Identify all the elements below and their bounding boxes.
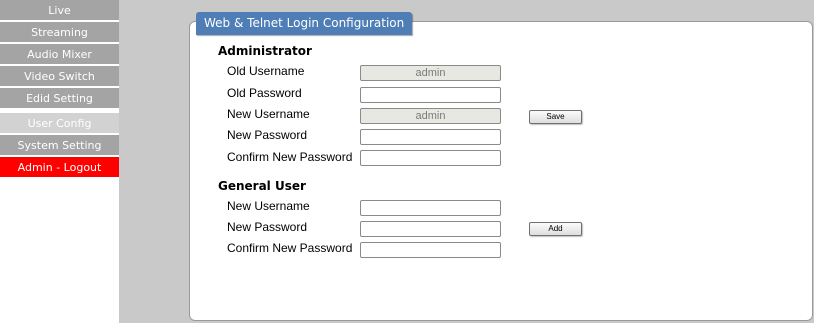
content-area: Web & Telnet Login Configuration Adminis… (119, 0, 814, 323)
admin-old-username-field (360, 65, 501, 81)
admin-new-username-label: New Username (227, 107, 310, 121)
user-confirm-password-field[interactable] (360, 242, 501, 258)
administrator-section-title: Administrator (218, 44, 312, 58)
sidebar-item-live[interactable]: Live (0, 0, 119, 21)
admin-old-password-label: Old Password (227, 86, 302, 100)
admin-old-password-field[interactable] (360, 87, 501, 103)
user-new-username-field[interactable] (360, 200, 501, 216)
admin-confirm-password-field[interactable] (360, 150, 501, 166)
admin-new-password-label: New Password (227, 128, 308, 142)
admin-new-username-field (360, 108, 501, 124)
sidebar-item-system-setting[interactable]: System Setting (0, 135, 119, 156)
save-button[interactable]: Save (529, 110, 582, 124)
panel-title-tab: Web & Telnet Login Configuration (196, 12, 413, 35)
user-new-password-field[interactable] (360, 221, 501, 237)
user-new-username-label: New Username (227, 199, 310, 213)
general-user-section-title: General User (218, 179, 306, 193)
admin-new-password-field[interactable] (360, 129, 501, 145)
sidebar-item-user-config[interactable]: User Config (0, 113, 119, 134)
sidebar-item-audio-mixer[interactable]: Audio Mixer (0, 44, 119, 65)
admin-confirm-password-label: Confirm New Password (227, 150, 353, 164)
user-new-password-label: New Password (227, 220, 308, 234)
sidebar-item-admin-logout[interactable]: Admin - Logout (0, 157, 119, 178)
user-confirm-password-label: Confirm New Password (227, 241, 353, 255)
sidebar-item-video-switch[interactable]: Video Switch (0, 66, 119, 87)
admin-old-username-label: Old Username (227, 64, 305, 78)
sidebar-nav: Live Streaming Audio Mixer Video Switch … (0, 0, 119, 323)
add-button[interactable]: Add (529, 222, 582, 236)
sidebar-item-streaming[interactable]: Streaming (0, 22, 119, 43)
sidebar-item-edid-setting[interactable]: Edid Setting (0, 88, 119, 109)
